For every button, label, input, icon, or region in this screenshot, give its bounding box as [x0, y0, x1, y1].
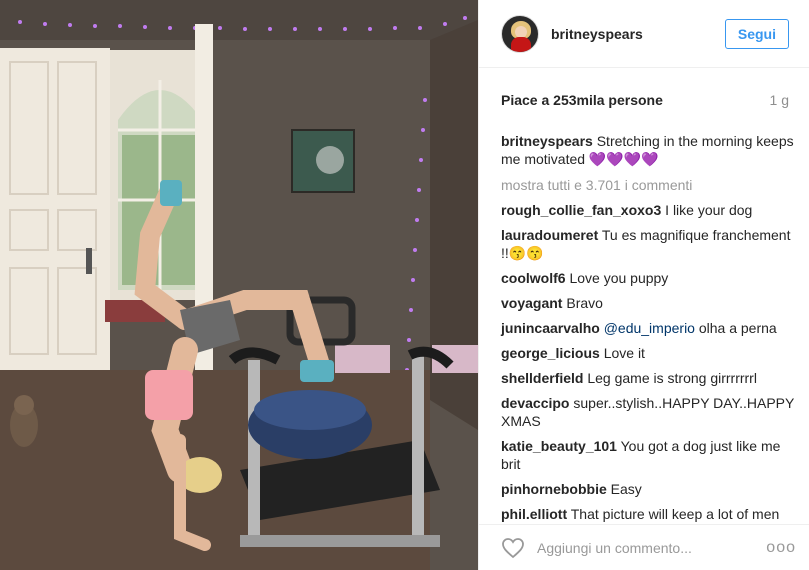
comment-text: Easy	[610, 481, 642, 497]
comment-text: Love you puppy	[569, 270, 669, 286]
comment: rough_collie_fan_xoxo3 I like your dog	[501, 201, 795, 219]
comment-user[interactable]: george_licious	[501, 345, 600, 361]
post-time[interactable]: 1 g	[770, 92, 789, 108]
more-options-icon[interactable]: ooo	[766, 539, 796, 557]
comment-user[interactable]: voyagant	[501, 295, 562, 311]
post-photo[interactable]	[0, 0, 478, 570]
comment-text: Leg game is strong girrrrrrrl	[587, 370, 757, 386]
comment-user[interactable]: katie_beauty_101	[501, 438, 617, 454]
comment: phil.elliott That picture will keep a lo…	[501, 505, 795, 522]
add-comment-input[interactable]: Aggiungi un commento...	[537, 540, 766, 556]
sneaker-top	[160, 180, 182, 206]
comment-text: Bravo	[566, 295, 603, 311]
comment-bar: Aggiungi un commento... ooo	[479, 524, 809, 570]
comment-text: olha a perna	[698, 320, 777, 336]
caption-user[interactable]: britneyspears	[501, 133, 593, 149]
load-more-comments[interactable]: mostra tutti e 3.701 i commenti	[501, 176, 795, 194]
door-handle	[86, 248, 92, 274]
sneaker-bottom	[300, 360, 334, 382]
post-header: britneyspears Segui	[479, 0, 809, 68]
comment-text: Love it	[603, 345, 645, 361]
post-side-panel: britneyspears Segui Piace a 253mila pers…	[478, 0, 809, 570]
follow-button[interactable]: Segui	[724, 18, 789, 49]
heart-icon[interactable]	[501, 537, 525, 559]
likes-count[interactable]: Piace a 253mila persone	[501, 92, 663, 108]
comment-user[interactable]: rough_collie_fan_xoxo3	[501, 202, 661, 218]
sports-bra	[145, 370, 193, 420]
username[interactable]: britneyspears	[551, 26, 725, 42]
comment-user[interactable]: lauradoumeret	[501, 227, 598, 243]
comment: junincaarvalho @edu_imperio olha a perna	[501, 319, 795, 337]
comment: devaccipo super..stylish..HAPPY DAY..HAP…	[501, 394, 795, 430]
comment: coolwolf6 Love you puppy	[501, 269, 795, 287]
ceiling-edge	[0, 0, 478, 40]
comment-text: I like your dog	[665, 202, 753, 218]
caption: britneyspears Stretching in the morning …	[501, 132, 795, 168]
avatar[interactable]	[501, 14, 539, 53]
comment-user[interactable]: devaccipo	[501, 395, 569, 411]
comment: katie_beauty_101 You got a dog just like…	[501, 437, 795, 473]
comment: george_licious Love it	[501, 344, 795, 362]
comment-user[interactable]: phil.elliott	[501, 506, 567, 522]
comment-user[interactable]: shellderfield	[501, 370, 583, 386]
comment: lauradoumeret Tu es magnifique francheme…	[501, 226, 795, 262]
comments-list: britneyspears Stretching in the morning …	[479, 132, 809, 522]
comment-user[interactable]: coolwolf6	[501, 270, 566, 286]
comment-user[interactable]: junincaarvalho	[501, 320, 600, 336]
likes-row: Piace a 253mila persone 1 g	[479, 68, 809, 132]
comment: pinhornebobbie Easy	[501, 480, 795, 498]
comment-mention[interactable]: @edu_imperio	[604, 320, 695, 336]
comment: voyagant Bravo	[501, 294, 795, 312]
dog-bed	[335, 345, 390, 373]
post-photo-scene	[0, 0, 478, 570]
comment: shellderfield Leg game is strong girrrrr…	[501, 369, 795, 387]
comment-user[interactable]: pinhornebobbie	[501, 481, 607, 497]
